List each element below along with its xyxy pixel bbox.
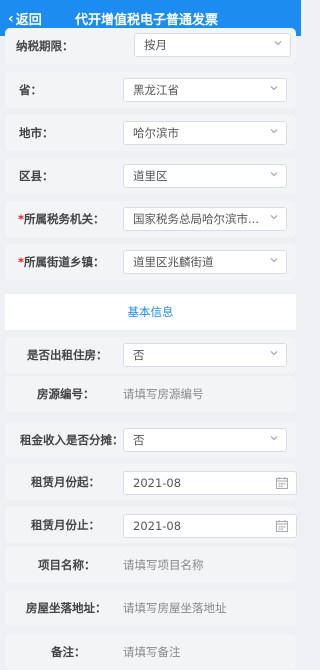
chevron-down-icon: [270, 215, 278, 220]
row-city: 地市： 哈尔滨市: [5, 115, 296, 151]
province-label: 省：: [19, 83, 42, 97]
lease-start-date-input[interactable]: 2021-08: [123, 471, 297, 495]
city-label: 地市：: [19, 126, 54, 140]
row-house-number: 房源编号： 请填写房源编号: [5, 376, 296, 412]
section-basic-info: 基本信息: [5, 294, 296, 330]
city-select[interactable]: 哈尔滨市: [123, 121, 287, 145]
city-value: 哈尔滨市: [133, 126, 179, 140]
page-title: 代开增值税电子普通发票: [75, 13, 219, 28]
row-project-name: 项目名称： 请填写项目名称: [5, 547, 296, 583]
row-street: * 所属街道乡镇： 道里区兆麟街道: [5, 244, 296, 280]
rental-housing-select[interactable]: 否: [123, 343, 287, 367]
street-select[interactable]: 道里区兆麟街道: [123, 250, 287, 274]
district-select[interactable]: 道里区: [123, 164, 287, 188]
row-district: 区县： 道里区: [5, 158, 296, 194]
house-number-label: 房源编号：: [37, 387, 95, 401]
row-rent-split: 租金收入是否分摊： 否: [5, 422, 296, 458]
chevron-down-icon: [270, 351, 278, 356]
row-house-address: 房屋坐落地址： 请填写房屋坐落地址: [5, 590, 296, 626]
chevron-down-icon: [274, 41, 282, 46]
lease-start-label: 租赁月份起：: [31, 475, 100, 489]
tax-office-value: 国家税务总局哈尔滨市...: [133, 212, 259, 226]
calendar-icon: [276, 520, 288, 532]
house-address-label: 房屋坐落地址：: [26, 601, 107, 615]
house-address-input[interactable]: 请填写房屋坐落地址: [123, 590, 293, 626]
rent-split-select[interactable]: 否: [123, 428, 287, 452]
calendar-icon: [276, 477, 288, 489]
lease-start-value: 2021-08: [133, 476, 182, 490]
lease-end-date-input[interactable]: 2021-08: [123, 514, 297, 538]
rent-split-label: 租金收入是否分摊：: [20, 433, 124, 447]
remark-label: 备注：: [51, 645, 86, 659]
rental-housing-value: 否: [133, 348, 145, 362]
chevron-down-icon: [270, 258, 278, 263]
street-value: 道里区兆麟街道: [133, 255, 214, 269]
chevron-down-icon: [270, 172, 278, 177]
province-value: 黑龙江省: [133, 83, 179, 97]
lease-end-label: 租赁月份止：: [31, 518, 100, 532]
chevron-down-icon: [270, 436, 278, 441]
row-rental-housing: 是否出租住房： 否: [5, 337, 296, 373]
house-number-input[interactable]: 请填写房源编号: [123, 376, 293, 412]
row-lease-end: 租赁月份止： 2021-08: [5, 507, 297, 543]
chevron-down-icon: [270, 86, 278, 91]
rental-housing-label: 是否出租住房：: [27, 348, 108, 362]
tax-period-value: 按月: [144, 38, 167, 52]
row-tax-office: * 所属税务机关： 国家税务总局哈尔滨市...: [5, 201, 296, 237]
tax-period-select[interactable]: 按月: [134, 33, 291, 57]
row-tax-period: 纳税期限： 按月: [5, 28, 296, 64]
back-label: 返回: [15, 13, 42, 28]
district-value: 道里区: [133, 169, 168, 183]
tax-period-label: 纳税期限：: [16, 39, 74, 53]
chevron-left-icon: ‹: [8, 10, 14, 27]
back-button[interactable]: ‹ 返回: [8, 9, 42, 29]
district-label: 区县：: [19, 169, 54, 183]
street-label: * 所属街道乡镇：: [18, 255, 105, 269]
row-remark: 备注： 请填写备注: [5, 634, 296, 670]
rent-split-value: 否: [133, 433, 145, 447]
remark-input[interactable]: 请填写备注: [123, 634, 293, 670]
tax-office-label: * 所属税务机关：: [18, 212, 105, 226]
project-name-label: 项目名称：: [38, 558, 96, 572]
row-lease-start: 租赁月份起： 2021-08: [5, 464, 297, 500]
lease-end-value: 2021-08: [133, 519, 182, 533]
province-select[interactable]: 黑龙江省: [123, 78, 287, 102]
row-province: 省： 黑龙江省: [5, 72, 296, 108]
project-name-input[interactable]: 请填写项目名称: [123, 547, 293, 583]
chevron-down-icon: [270, 129, 278, 134]
tax-office-select[interactable]: 国家税务总局哈尔滨市...: [123, 207, 287, 231]
